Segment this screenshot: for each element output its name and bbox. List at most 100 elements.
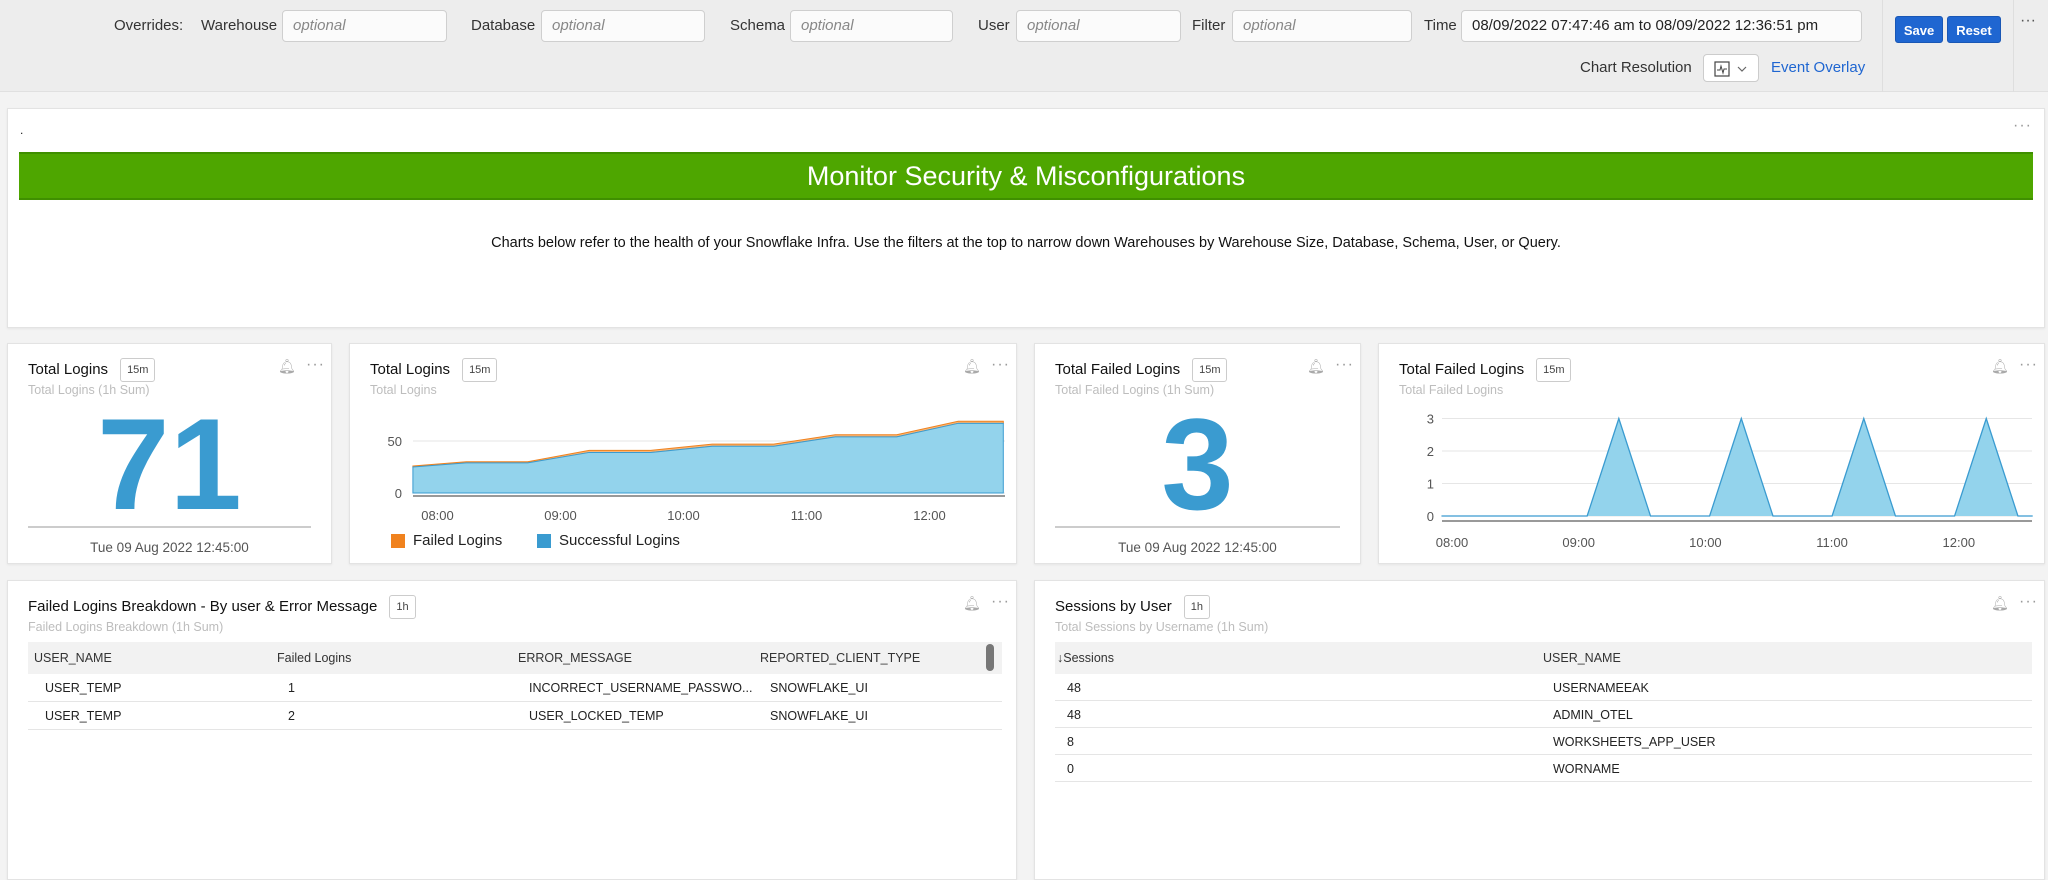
cell: 1 <box>288 681 295 695</box>
bell-icon[interactable]: 🔔︎ <box>963 595 981 611</box>
cell: WORNAME <box>1553 762 1620 776</box>
table-header: USER_NAME Failed Logins ERROR_MESSAGE RE… <box>28 642 1002 674</box>
more-icon[interactable]: ··· <box>2019 593 2038 611</box>
time-label: Time <box>1424 17 1457 34</box>
cell: SNOWFLAKE_UI <box>770 709 868 723</box>
warehouse-input[interactable]: optional <box>282 10 447 42</box>
y-tick-label: 3 <box>1427 412 1434 427</box>
overrides-bar: Overrides: Warehouse optional Database o… <box>0 0 2048 92</box>
column-header[interactable]: ERROR_MESSAGE <box>518 651 632 665</box>
user-input[interactable]: optional <box>1016 10 1181 42</box>
legend-swatch <box>391 533 405 548</box>
bell-icon[interactable]: 🔔︎ <box>1307 358 1325 374</box>
cell: USERNAMEEAK <box>1553 681 1649 695</box>
chevron-down-icon <box>1737 66 1747 72</box>
legend-item-successful[interactable]: Successful Logins <box>537 532 680 549</box>
bell-icon[interactable]: 🔔︎ <box>278 358 296 374</box>
resolution-badge: 1h <box>389 595 416 619</box>
cell: 48 <box>1067 708 1081 722</box>
chart-resolution-icon <box>1714 61 1730 77</box>
big-number-value: 71 <box>97 391 242 537</box>
timestamp: Tue 09 Aug 2022 12:45:00 <box>90 540 249 555</box>
text-panel-title: . <box>20 123 24 137</box>
cell: USER_TEMP <box>45 681 122 695</box>
cell: USER_TEMP <box>45 709 122 723</box>
reset-button[interactable]: Reset <box>1947 16 2001 43</box>
banner-heading: Monitor Security & Misconfigurations <box>19 152 2033 200</box>
legend-item-failed[interactable]: Failed Logins <box>391 532 502 549</box>
card-title-text: Sessions by User <box>1055 598 1172 615</box>
card-subtitle: Total Sessions by Username (1h Sum) <box>1055 620 1269 634</box>
timestamp: Tue 09 Aug 2022 12:45:00 <box>1118 540 1277 555</box>
more-icon[interactable]: ··· <box>2013 117 2032 135</box>
more-menu-button[interactable]: ··· <box>2020 12 2036 30</box>
event-overlay-link[interactable]: Event Overlay <box>1771 59 1865 77</box>
cell: ADMIN_OTEL <box>1553 708 1633 722</box>
schema-input[interactable]: optional <box>790 10 953 42</box>
column-header[interactable]: USER_NAME <box>1543 651 1621 665</box>
card-title-text: Failed Logins Breakdown - By user & Erro… <box>28 598 378 615</box>
description-text: Charts below refer to the health of your… <box>491 235 1561 251</box>
failed-logins-breakdown-card: Failed Logins Breakdown - By user & Erro… <box>7 580 1017 880</box>
more-icon[interactable]: ··· <box>991 593 1010 611</box>
schema-label: Schema <box>730 17 786 34</box>
filter-label: Filter <box>1192 17 1226 34</box>
x-tick-label: 11:00 <box>791 508 823 523</box>
scrollbar[interactable] <box>986 644 994 671</box>
card-title: Total Failed Logins 15m <box>1055 358 1228 382</box>
failed-logins-chart-card: Total Failed Logins 15m 🔔︎ ··· Total Fail… <box>1378 343 2045 564</box>
filter-input[interactable]: optional <box>1232 10 1412 42</box>
cell: WORKSHEETS_APP_USER <box>1553 735 1716 749</box>
y-tick-label: 2 <box>1427 444 1434 459</box>
column-header[interactable]: Failed Logins <box>277 651 351 665</box>
y-tick-label: 0 <box>395 486 402 501</box>
card-subtitle: Failed Logins Breakdown (1h Sum) <box>28 620 224 634</box>
table-row[interactable]: USER_TEMP 1 INCORRECT_USERNAME_PASSWO...… <box>28 674 1002 702</box>
legend-label: Successful Logins <box>559 532 680 549</box>
series-area-successful-logins <box>412 422 1004 494</box>
x-tick-label: 09:00 <box>544 508 577 523</box>
resolution-badge: 15m <box>1192 358 1228 382</box>
row-divider <box>1055 781 2032 782</box>
x-tick-label: 09:00 <box>1562 535 1595 550</box>
divider <box>28 526 311 528</box>
table-row[interactable]: 48 ADMIN_OTEL <box>1055 701 2032 728</box>
card-title-text: Total Failed Logins <box>1055 361 1181 378</box>
card-title: Total Logins 15m <box>28 358 156 382</box>
y-tick-label: 0 <box>1427 509 1434 524</box>
table-header: ↓Sessions USER_NAME <box>1055 642 2032 674</box>
sessions-by-user-card: Sessions by User 1h 🔔︎ ··· Total Sessions… <box>1034 580 2045 880</box>
table-row[interactable]: USER_TEMP 2 USER_LOCKED_TEMP SNOWFLAKE_U… <box>28 702 1002 730</box>
table-row[interactable]: 0 WORNAME <box>1055 755 2032 782</box>
warehouse-label: Warehouse <box>201 17 278 34</box>
more-icon[interactable]: ··· <box>306 356 325 374</box>
divider <box>1882 0 1883 92</box>
resolution-badge: 1h <box>1183 595 1210 619</box>
cell: 48 <box>1067 681 1081 695</box>
time-range-picker[interactable]: 08/09/2022 07:47:46 am to 08/09/2022 12:… <box>1461 10 1862 42</box>
card-title-text: Total Logins <box>28 361 109 378</box>
x-tick-label: 12:00 <box>1943 535 1976 550</box>
table-row[interactable]: 8 WORKSHEETS_APP_USER <box>1055 728 2032 755</box>
total-logins-single-value-card: Total Logins 15m 🔔︎ ··· Total Logins (1h … <box>7 343 332 564</box>
big-number-value: 3 <box>1161 391 1234 537</box>
failed-logins-area-chart: 0 1 2 3 08:00 09:00 10:00 11:00 12:00 <box>1427 412 2033 550</box>
more-icon[interactable]: ··· <box>1335 356 1354 374</box>
total-logins-chart-card: Total Logins 15m 🔔︎ ··· Total Logins 0 50 0… <box>349 343 1017 564</box>
column-header-sorted[interactable]: ↓Sessions <box>1057 651 1114 665</box>
chart-resolution-label: Chart Resolution <box>1580 59 1692 76</box>
divider <box>1055 526 1340 528</box>
user-label: User <box>978 17 1010 34</box>
cell: USER_LOCKED_TEMP <box>529 709 664 723</box>
bell-icon[interactable]: 🔔︎ <box>1991 595 2009 611</box>
column-header[interactable]: REPORTED_CLIENT_TYPE <box>760 651 920 665</box>
chart-resolution-select[interactable] <box>1703 54 1759 82</box>
column-header[interactable]: USER_NAME <box>34 651 112 665</box>
x-tick-label: 11:00 <box>1816 535 1848 550</box>
table-row[interactable]: 48 USERNAMEEAK <box>1055 674 2032 701</box>
divider <box>2013 0 2014 92</box>
save-button[interactable]: Save <box>1895 16 1943 43</box>
cell: 2 <box>288 709 295 723</box>
database-input[interactable]: optional <box>541 10 705 42</box>
text-panel: . ··· Monitor Security & Misconfiguratio… <box>7 108 2045 328</box>
